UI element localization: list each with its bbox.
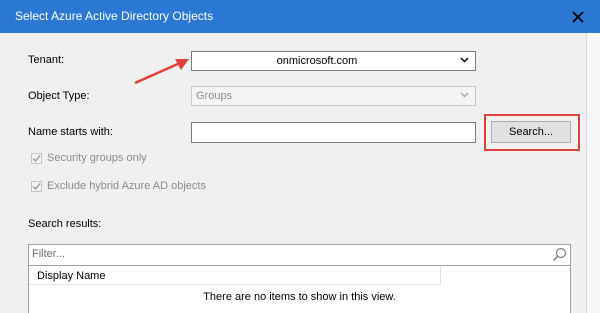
exclude-hybrid-checkbox[interactable]: Exclude hybrid Azure AD objects [31, 180, 206, 192]
security-groups-only-label: Security groups only [47, 152, 147, 164]
window-right-edge [586, 33, 600, 313]
object-type-label: Object Type: [28, 90, 90, 102]
security-groups-only-checkbox[interactable]: Security groups only [31, 152, 147, 164]
column-header-display-name[interactable]: Display Name [29, 266, 441, 285]
empty-list-message: There are no items to show in this view. [203, 291, 396, 303]
checkmark-icon [32, 154, 41, 162]
search-button[interactable]: Search... [491, 121, 571, 143]
tenant-label: Tenant: [28, 54, 65, 66]
close-button[interactable] [560, 4, 596, 30]
search-icon[interactable] [552, 247, 567, 262]
results-list[interactable]: Display Name There are no items to show … [28, 266, 571, 313]
chevron-down-icon [460, 57, 469, 63]
annotation-arrow-icon [134, 59, 189, 85]
window-titlebar: Select Azure Active Directory Objects [0, 0, 600, 33]
name-starts-with-input[interactable] [191, 122, 476, 143]
object-type-value: Groups [196, 90, 233, 102]
chevron-down-icon [460, 92, 469, 98]
name-starts-with-label: Name starts with: [28, 126, 113, 138]
checkmark-icon [32, 182, 41, 190]
tenant-value: onmicrosoft.com [276, 55, 358, 67]
filter-input[interactable] [32, 248, 532, 260]
close-icon [572, 11, 584, 23]
search-results-label: Search results: [28, 218, 102, 230]
window-title: Select Azure Active Directory Objects [15, 9, 214, 23]
exclude-hybrid-label: Exclude hybrid Azure AD objects [47, 180, 206, 192]
column-header-label: Display Name [37, 270, 106, 282]
checkbox-box [31, 180, 42, 192]
filter-box[interactable] [28, 244, 571, 266]
checkbox-box [31, 152, 42, 164]
object-type-dropdown[interactable]: Groups [191, 86, 476, 106]
tenant-dropdown[interactable]: onmicrosoft.com [191, 51, 476, 71]
